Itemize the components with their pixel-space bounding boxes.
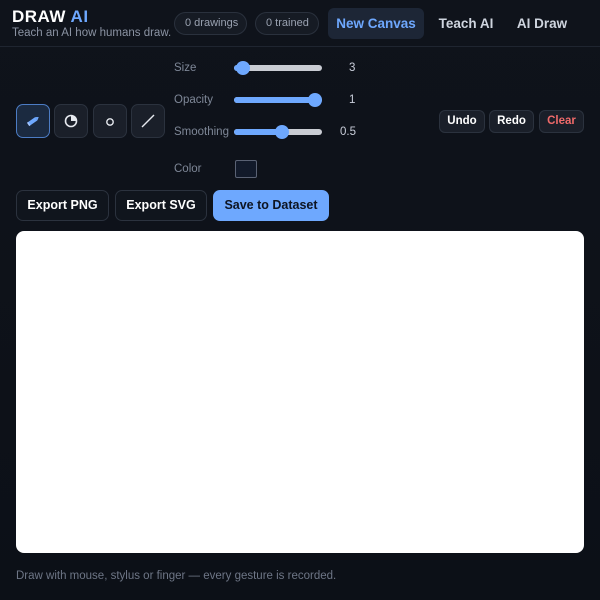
opacity-slider-handle[interactable]	[308, 93, 322, 107]
tab-teach-ai[interactable]: Teach AI	[432, 8, 500, 39]
smoothing-slider[interactable]	[234, 125, 322, 139]
opacity-value: 1	[349, 94, 356, 106]
footer-hint: Draw with mouse, stylus or finger — ever…	[16, 570, 337, 582]
smoothing-value: 0.5	[340, 126, 356, 138]
drawing-canvas[interactable]	[16, 231, 584, 553]
export-svg-button[interactable]: Export SVG	[115, 190, 207, 221]
app-title: DRAW AI	[12, 8, 171, 26]
undo-button[interactable]: Undo	[439, 110, 485, 133]
size-value: 3	[349, 62, 356, 74]
fill-tool-button[interactable]	[54, 104, 88, 138]
brand-title-text: DRAW	[12, 7, 66, 26]
brand-accent-text: AI	[70, 7, 89, 26]
size-label: Size	[174, 62, 197, 74]
smoothing-label: Smoothing	[174, 126, 229, 138]
opacity-slider-fill	[234, 97, 315, 103]
redo-button[interactable]: Redo	[489, 110, 534, 133]
size-slider-handle[interactable]	[235, 61, 250, 75]
color-label: Color	[174, 163, 202, 175]
pencil-icon	[26, 116, 39, 127]
smoothing-slider-handle[interactable]	[275, 125, 290, 139]
circle-icon	[106, 118, 114, 126]
opacity-slider[interactable]	[234, 93, 322, 107]
export-png-button[interactable]: Export PNG	[16, 190, 109, 221]
line-icon	[141, 114, 155, 128]
app-header: DRAW AI Teach an AI how humans draw. 0 d…	[0, 0, 600, 47]
app-subtitle: Teach an AI how humans draw.	[12, 27, 172, 39]
line-tool-button[interactable]	[131, 104, 165, 138]
color-picker[interactable]	[235, 160, 257, 178]
save-to-dataset-button[interactable]: Save to Dataset	[213, 190, 329, 221]
opacity-label: Opacity	[174, 94, 213, 106]
clear-button[interactable]: Clear	[539, 110, 584, 133]
brand: DRAW AI Teach an AI how humans draw.	[12, 8, 171, 40]
trained-count-badge: 0 trained	[255, 12, 319, 35]
fill-icon	[64, 114, 78, 128]
size-slider[interactable]	[234, 61, 322, 75]
pencil-tool-button[interactable]	[16, 104, 50, 138]
tab-new-canvas[interactable]: New Canvas	[328, 8, 424, 39]
drawings-count-badge: 0 drawings	[174, 12, 247, 35]
tab-ai-draw[interactable]: AI Draw	[510, 8, 574, 39]
circle-tool-button[interactable]	[93, 104, 127, 138]
